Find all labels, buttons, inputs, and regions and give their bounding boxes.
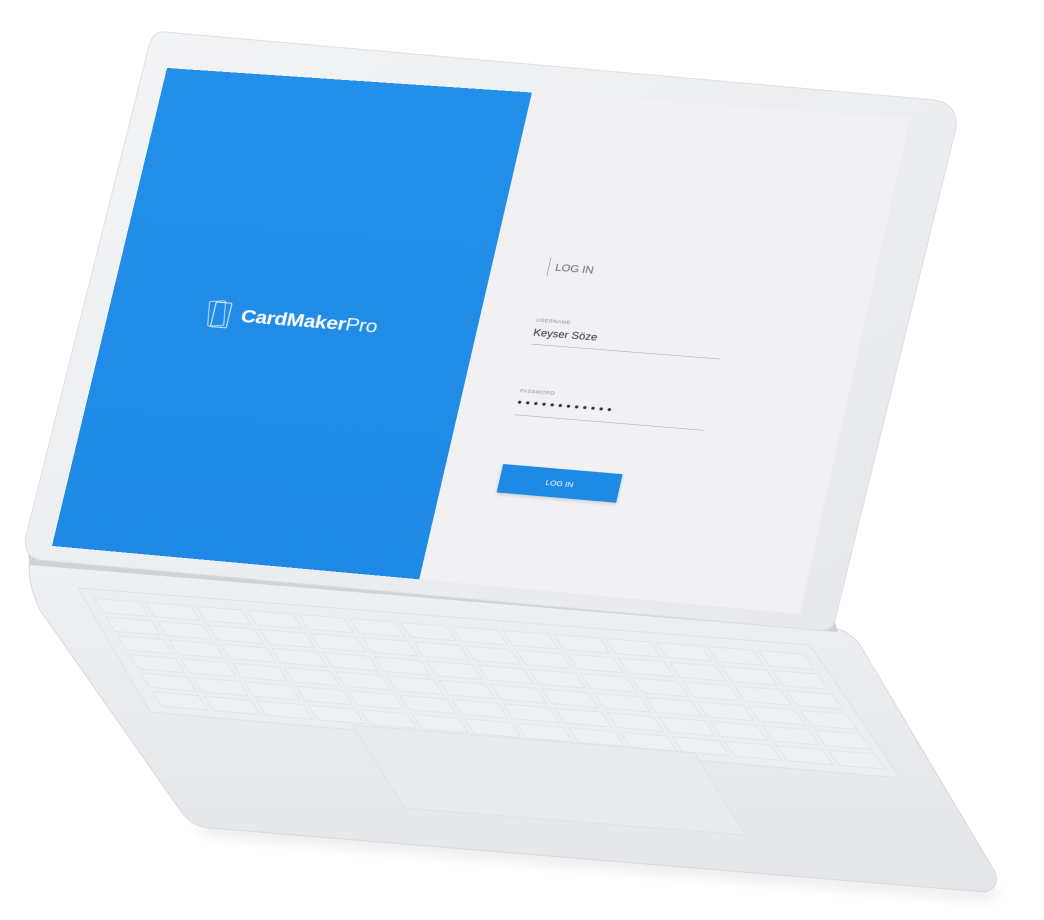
- username-field[interactable]: Keyser Söze: [531, 327, 724, 359]
- username-label: USERNAME: [536, 317, 572, 325]
- login-heading: LOG IN: [546, 258, 595, 280]
- password-label: PASSWORD: [519, 388, 555, 396]
- login-screen: CardMakerPro LOG IN USERNAME Keyser Söze…: [52, 68, 910, 614]
- password-field[interactable]: ••••••••••••: [514, 396, 707, 430]
- cards-icon: [202, 297, 236, 331]
- login-button[interactable]: LOG IN: [497, 464, 623, 503]
- laptop-mockup: CardMakerPro LOG IN USERNAME Keyser Söze…: [0, 0, 1044, 920]
- brand-name-light: Pro: [343, 314, 379, 337]
- brand-name: CardMakerPro: [239, 306, 380, 338]
- brand-logo: CardMakerPro: [202, 297, 381, 343]
- brand-name-bold: CardMaker: [239, 306, 348, 335]
